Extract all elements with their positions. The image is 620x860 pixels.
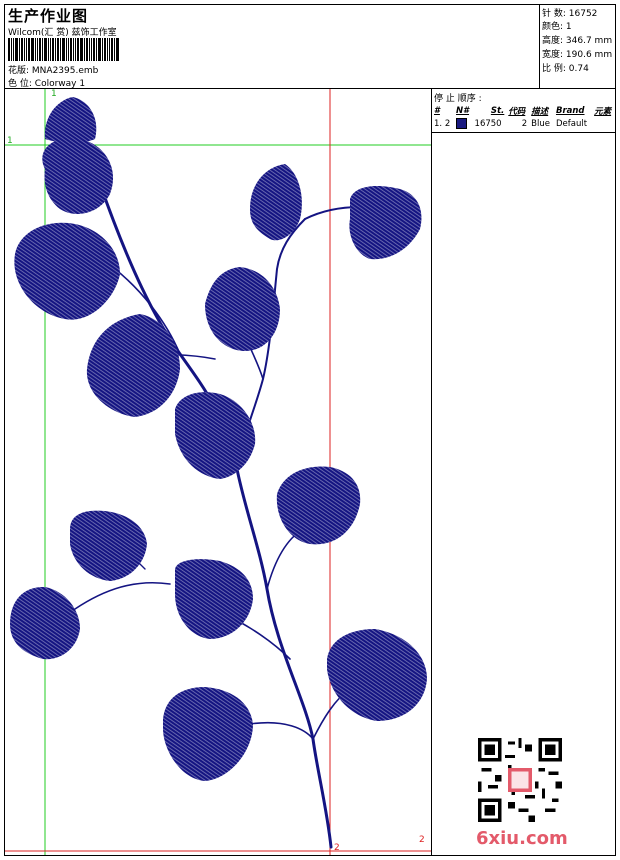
colorway-value: Colorway 1 [34, 79, 86, 89]
stat-colors: 颜色: 1 [542, 22, 572, 32]
header-info: 生产作业图 Wilcom(汇 赏) 兹饰工作室 花版: MNA2395.emb … [5, 5, 540, 89]
guide-label-green-v: 1 [51, 89, 57, 99]
leaf [327, 629, 427, 721]
leaf [70, 510, 147, 581]
colorway-label: 色 位: [8, 79, 32, 89]
leaf [175, 559, 253, 639]
leaf [250, 164, 302, 241]
guide-label-red-h: 2 [419, 835, 425, 845]
leaf [10, 586, 80, 660]
col-needle: N# [456, 106, 470, 116]
table-divider [432, 132, 615, 133]
design-stats: 针 数: 16752 颜色: 1 高度: 346.7 mm 宽度: 190.6 … [540, 5, 615, 89]
leaf [175, 392, 256, 479]
stitch-count: 16750 [474, 118, 502, 129]
production-sheet: 生产作业图 Wilcom(汇 赏) 兹饰工作室 花版: MNA2395.emb … [4, 4, 616, 856]
design-label: 花版: [8, 66, 30, 76]
embroidery-design [5, 89, 431, 855]
col-desc: 描述 [531, 107, 549, 117]
studio-name: Wilcom(汇 赏) 兹饰工作室 [8, 28, 117, 38]
watermark: 6xiu.com [476, 828, 568, 849]
colorway-row: 色 位: Colorway 1 [8, 76, 85, 89]
stop-sequence-table: # N# St. 代码 描述 Brand 元素 1. 2 16750 2 Blu… [432, 105, 615, 130]
leaf [163, 687, 253, 781]
design-file: MNA2395.emb [31, 66, 99, 76]
leaf [86, 314, 180, 417]
stat-stitches: 针 数: 16752 [542, 9, 598, 19]
guide-label-green-h: 1 [7, 136, 13, 146]
design-file-row: 花版: MNA2395.emb [8, 63, 98, 76]
leaves [10, 97, 427, 781]
col-code: 代码 [508, 107, 526, 117]
table-row: 1. 2 16750 2 Blue Default [432, 117, 615, 130]
col-index: # [434, 106, 440, 116]
leaf [14, 222, 120, 320]
stat-width: 宽度: 190.6 mm [542, 50, 613, 60]
color-swatch [456, 118, 468, 129]
col-stitches: St. [490, 106, 505, 116]
leaf [205, 267, 280, 351]
thread-desc: Blue [531, 118, 550, 129]
thread-element [592, 117, 615, 130]
stat-height: 高度: 346.7 mm [542, 36, 613, 46]
stat-scale: 比 例: 0.74 [542, 64, 589, 74]
leaf [349, 186, 422, 260]
col-brand: Brand [555, 106, 585, 116]
leaf [44, 97, 97, 143]
table-header-row: # N# St. 代码 描述 Brand 元素 [432, 105, 615, 117]
thread-code: 2 [521, 118, 528, 129]
stop-sequence-title: 停 止 顺序 : [434, 94, 482, 104]
leaf [42, 138, 114, 214]
barcode [8, 38, 144, 61]
page-title: 生产作业图 [8, 7, 89, 25]
qr-code-icon [478, 738, 562, 822]
leaf [276, 466, 361, 545]
thread-brand: Default [555, 118, 588, 129]
guide-label-red-v: 2 [334, 843, 340, 853]
embroidery-canvas: 1 1 2 2 [5, 89, 432, 855]
col-element: 元素 [594, 107, 612, 117]
